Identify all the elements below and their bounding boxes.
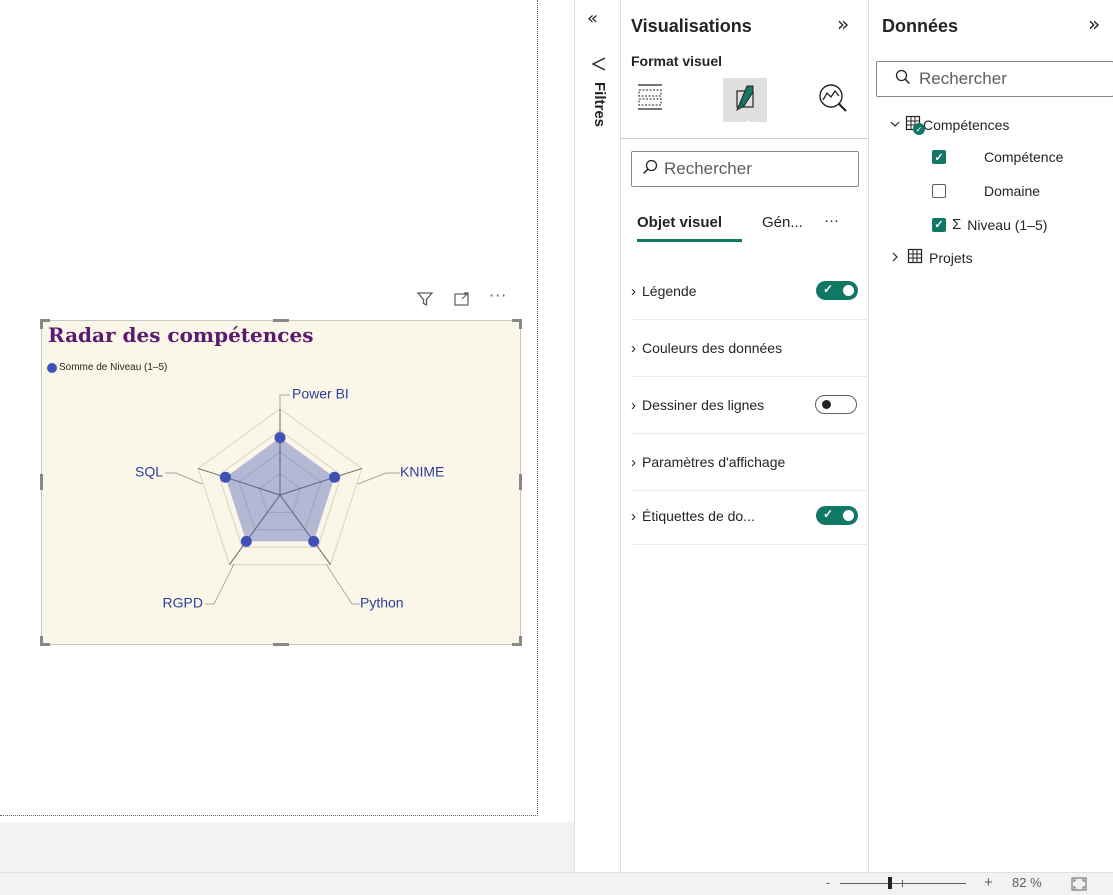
draw-lines-toggle[interactable] [815,395,857,414]
format-visual-tab[interactable] [723,78,767,122]
section-label: Couleurs des données [642,340,783,356]
paintbrush-icon [735,85,754,112]
radar-category-label: Python [360,595,404,611]
tabs-more-icon[interactable]: ··· [824,212,839,229]
field-domaine[interactable]: Domaine [932,183,1040,199]
zoom-slider-track[interactable] [840,883,966,884]
field-label: Domaine [984,183,1041,199]
radar-leader-line [325,563,360,605]
check-icon: ✓ [823,282,834,296]
table-icon [907,248,923,267]
search-icon [642,159,658,179]
zoom-slider-tick [902,880,903,887]
page-boundary [0,815,538,816]
filters-pane-collapsed[interactable]: « Filtres [574,0,621,872]
radar-data-point [219,471,231,483]
radar-category-label: KNIME [400,464,444,480]
filter-icon[interactable] [416,290,434,312]
zoom-in-button[interactable]: + [984,874,993,891]
radar-category-label: RGPD [163,595,203,611]
chevron-right-icon [889,250,901,266]
field-checkbox[interactable]: ✓ [932,217,946,232]
field-checkbox[interactable]: ✓ [932,150,946,164]
chevron-right-icon: › [631,396,636,414]
chevron-right-icon: › [631,282,636,300]
section-label: Paramètres d'affichage [642,454,786,470]
table-projets[interactable]: Projets [889,248,973,267]
active-tab-underline [637,239,742,242]
section-data-colors[interactable]: › Couleurs des données [631,320,869,377]
field-competence[interactable]: ✓ Compétence [932,149,1063,165]
more-options-icon[interactable]: ··· [489,286,507,305]
chevron-right-icon: › [631,507,636,525]
zoom-slider-thumb[interactable] [888,877,892,889]
chevron-double-right-icon[interactable]: » [1088,12,1100,36]
radar-visual[interactable]: Radar des compétences Somme de Niveau (1… [40,319,522,646]
chevron-double-left-icon[interactable]: « [587,8,598,29]
section-legend[interactable]: › Légende ✓ [631,263,869,320]
build-visual-icon[interactable] [637,82,663,114]
chevron-right-icon: › [631,339,636,357]
field-label: Compétence [984,149,1064,165]
page-boundary [537,0,538,816]
sigma-icon: Σ [952,216,962,233]
section-data-labels[interactable]: › Étiquettes de do... ✓ [631,488,869,545]
data-pane: Données » ✓ Compétences ✓ Compétence Dom… [868,0,1113,872]
table-name: Projets [929,249,973,266]
section-draw-lines[interactable]: › Dessiner des lignes [631,377,869,434]
zoom-level[interactable]: 82 % [1012,875,1042,890]
tab-visual-object[interactable]: Objet visuel [637,214,722,231]
section-label: Dessiner des lignes [642,397,765,413]
status-bar: - + 82 % [0,872,1113,895]
analytics-icon[interactable] [817,82,849,118]
section-display-settings[interactable]: › Paramètres d'affichage [631,434,869,491]
fit-to-page-icon[interactable] [1071,876,1087,895]
table-name: Compétences [923,116,1010,133]
section-label: Légende [642,283,697,299]
check-icon: ✓ [823,507,834,521]
radar-data-point [308,535,320,547]
check-badge-icon: ✓ [913,123,925,135]
radar-series-area [225,437,335,542]
chevron-double-right-icon[interactable]: » [837,12,849,36]
filters-label[interactable]: Filtres [591,82,608,127]
radar-data-point [329,471,341,483]
tab-general[interactable]: Gén... [762,214,803,231]
tab-indicator [739,120,757,129]
data-search-box[interactable] [876,61,1113,97]
zoom-out-button[interactable]: - [826,875,830,890]
table-icon: ✓ [905,115,925,135]
radar-leader-line [357,472,400,485]
focus-mode-icon[interactable] [453,290,471,312]
radar-data-point [274,432,286,444]
radar-category-label: SQL [135,464,163,480]
data-labels-toggle[interactable]: ✓ [816,506,858,525]
data-search-input[interactable] [919,69,1089,89]
divider [621,138,869,139]
section-label: Étiquettes de do... [642,508,755,524]
radar-leader-line [279,394,290,409]
canvas-bottom-area [0,822,620,872]
legend-toggle[interactable]: ✓ [816,281,858,300]
radar-leader-line [205,563,235,605]
field-label: Niveau (1–5) [967,216,1048,233]
radar-chart: Power BI KNIME Python RGPD SQL [135,386,444,611]
field-checkbox[interactable] [932,184,946,198]
chevron-right-icon: › [631,453,636,471]
search-icon [895,69,911,89]
filter-funnel-icon [591,56,607,76]
format-search-input[interactable] [664,159,834,179]
table-competences[interactable]: ✓ Compétences [889,115,1010,135]
visualisations-title: Visualisations [631,16,752,36]
field-niveau[interactable]: ✓ Σ Niveau (1–5) [932,216,1047,233]
data-title: Données [882,16,959,36]
radar-leader-line [165,472,203,485]
visualisations-pane: Visualisations » Format visuel Objet [620,0,869,872]
radar-data-point [240,535,252,547]
chevron-down-icon [889,117,901,133]
format-search-box[interactable] [631,151,859,187]
radar-category-label: Power BI [292,386,349,402]
format-visual-label: Format visuel [631,53,723,69]
